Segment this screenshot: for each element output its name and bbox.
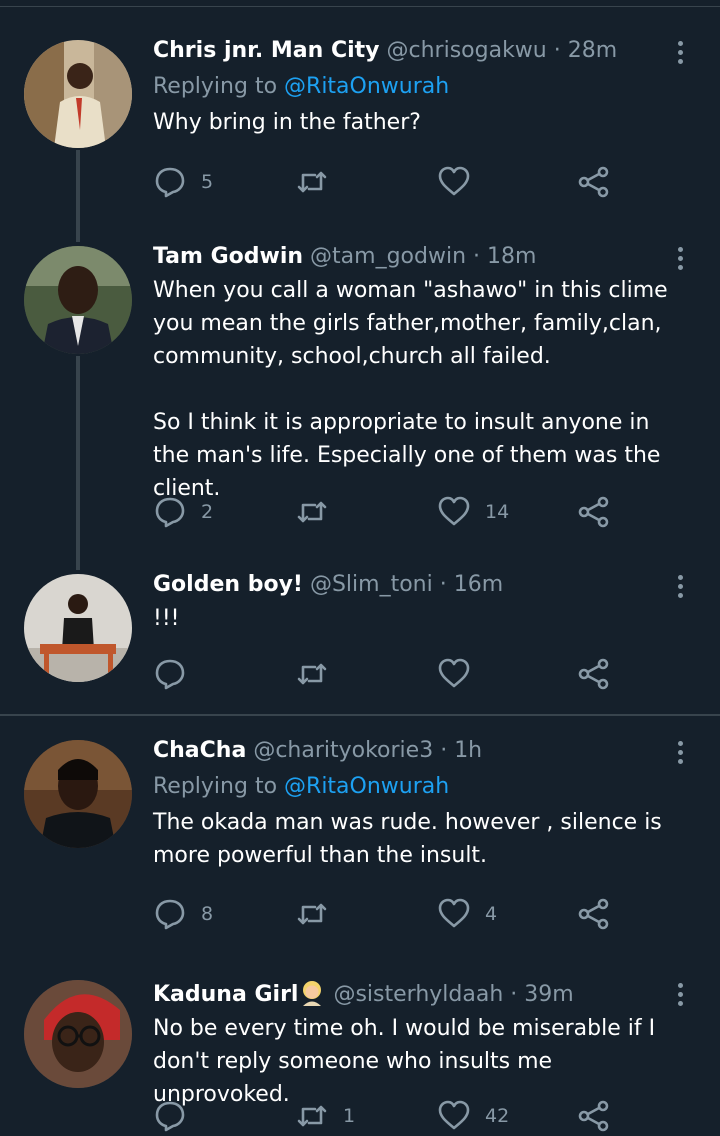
like-button[interactable]: 14	[437, 492, 509, 532]
retweet-icon	[297, 663, 327, 685]
tweet[interactable]: Chris jnr. Man City @chrisogakwu · 28m R…	[0, 36, 720, 236]
retweet-button[interactable]	[295, 654, 343, 694]
avatar[interactable]	[24, 246, 132, 354]
replying-to: Replying to @RitaOnwurah	[153, 74, 450, 99]
display-name[interactable]: Kaduna Girl	[153, 982, 298, 1007]
replying-to: Replying to @RitaOnwurah	[153, 774, 450, 799]
reply-icon	[155, 167, 185, 198]
share-icon	[578, 658, 609, 690]
tweet[interactable]: ChaCha @charityokorie3 · 1h Replying to …	[0, 736, 720, 956]
reply-icon	[155, 497, 185, 528]
like-button[interactable]: 42	[437, 1096, 509, 1136]
like-icon	[438, 496, 470, 526]
timestamp[interactable]: · 28m	[554, 38, 617, 63]
reply-button[interactable]	[153, 654, 201, 694]
share-icon	[578, 166, 609, 198]
reply-icon	[155, 659, 185, 690]
reply-count: 5	[201, 171, 214, 193]
handle[interactable]: @Slim_toni	[310, 572, 433, 597]
tweet-text: When you call a woman "ashawo" in this c…	[153, 278, 668, 501]
timestamp[interactable]: · 39m	[510, 982, 573, 1007]
share-button[interactable]	[577, 894, 611, 934]
display-name[interactable]: Tam Godwin	[153, 244, 303, 269]
reply-button[interactable]: 5	[153, 162, 213, 202]
reply-button[interactable]: 2	[153, 492, 213, 532]
display-name[interactable]: ChaCha	[153, 738, 246, 763]
handle[interactable]: @tam_godwin	[310, 244, 466, 269]
avatar[interactable]	[24, 40, 132, 148]
timestamp[interactable]: · 18m	[473, 244, 536, 269]
reply-button[interactable]: 8	[153, 894, 213, 934]
retweet-button[interactable]	[295, 894, 343, 934]
action-bar: 1 42	[153, 1096, 623, 1136]
more-options-icon[interactable]	[674, 980, 686, 1010]
retweet-button[interactable]: 1	[295, 1096, 355, 1136]
share-icon	[578, 496, 609, 528]
timestamp[interactable]: · 16m	[440, 572, 503, 597]
tweet-text: Why bring in the father?	[153, 110, 421, 135]
top-divider	[0, 6, 720, 7]
reply-count: 2	[201, 501, 214, 523]
share-button[interactable]	[577, 654, 611, 694]
more-options-icon[interactable]	[674, 244, 686, 274]
avatar[interactable]	[24, 574, 132, 682]
share-button[interactable]	[577, 492, 611, 532]
reply-button[interactable]	[153, 1096, 201, 1136]
more-options-icon[interactable]	[674, 572, 686, 602]
reply-icon	[155, 1101, 185, 1132]
display-name[interactable]: Chris jnr. Man City	[153, 38, 380, 63]
action-bar: 8 4	[153, 894, 623, 934]
more-options-icon[interactable]	[674, 738, 686, 768]
share-icon	[578, 898, 609, 930]
like-icon	[438, 1100, 470, 1130]
like-count: 4	[485, 903, 498, 925]
tweet[interactable]: Kaduna Girl @sisterhyldaah · 39m No be e…	[0, 978, 720, 1132]
tweet-header: Kaduna Girl @sisterhyldaah · 39m	[153, 978, 680, 1010]
reply-icon	[155, 899, 185, 930]
share-button[interactable]	[577, 162, 611, 202]
like-icon	[438, 898, 470, 928]
person-with-blond-hair-emoji	[303, 981, 322, 1006]
like-count: 42	[485, 1105, 510, 1127]
share-button[interactable]	[577, 1096, 611, 1136]
action-bar: 2 14	[153, 492, 623, 532]
handle[interactable]: @charityokorie3	[253, 738, 433, 763]
avatar[interactable]	[24, 980, 132, 1088]
mention-link[interactable]: @RitaOnwurah	[284, 774, 449, 799]
handle[interactable]: @chrisogakwu	[387, 38, 547, 63]
retweet-count: 1	[343, 1105, 356, 1127]
tweet-text: !!!	[153, 606, 180, 631]
tweet-header: Golden boy! @Slim_toni · 16m	[153, 570, 680, 600]
retweet-icon	[297, 501, 327, 523]
share-icon	[578, 1100, 609, 1132]
mention-link[interactable]: @RitaOnwurah	[284, 74, 449, 99]
tweet[interactable]: Golden boy! @Slim_toni · 16m !!!	[0, 570, 720, 700]
retweet-button[interactable]	[295, 162, 343, 202]
retweet-icon	[297, 903, 327, 925]
like-button[interactable]	[437, 162, 485, 202]
thread-divider	[0, 714, 720, 716]
like-count: 14	[485, 501, 510, 523]
tweet-text: The okada man was rude. however , silenc…	[153, 810, 669, 868]
timestamp[interactable]: · 1h	[440, 738, 482, 763]
tweet[interactable]: Tam Godwin @tam_godwin · 18m When you ca…	[0, 242, 720, 542]
retweet-icon	[297, 1105, 327, 1127]
retweet-icon	[297, 171, 327, 193]
display-name[interactable]: Golden boy!	[153, 572, 303, 597]
avatar[interactable]	[24, 740, 132, 848]
tweet-header: Tam Godwin @tam_godwin · 18m	[153, 242, 680, 272]
handle[interactable]: @sisterhyldaah	[333, 982, 503, 1007]
like-button[interactable]: 4	[437, 894, 497, 934]
like-button[interactable]	[437, 654, 485, 694]
action-bar: 5	[153, 162, 623, 202]
reply-count: 8	[201, 903, 214, 925]
more-options-icon[interactable]	[674, 38, 686, 68]
like-icon	[438, 658, 470, 688]
tweet-header: Chris jnr. Man City @chrisogakwu · 28m	[153, 36, 680, 66]
retweet-button[interactable]	[295, 492, 343, 532]
action-bar	[153, 654, 623, 694]
tweet-header: ChaCha @charityokorie3 · 1h	[153, 736, 680, 766]
like-icon	[438, 166, 470, 196]
